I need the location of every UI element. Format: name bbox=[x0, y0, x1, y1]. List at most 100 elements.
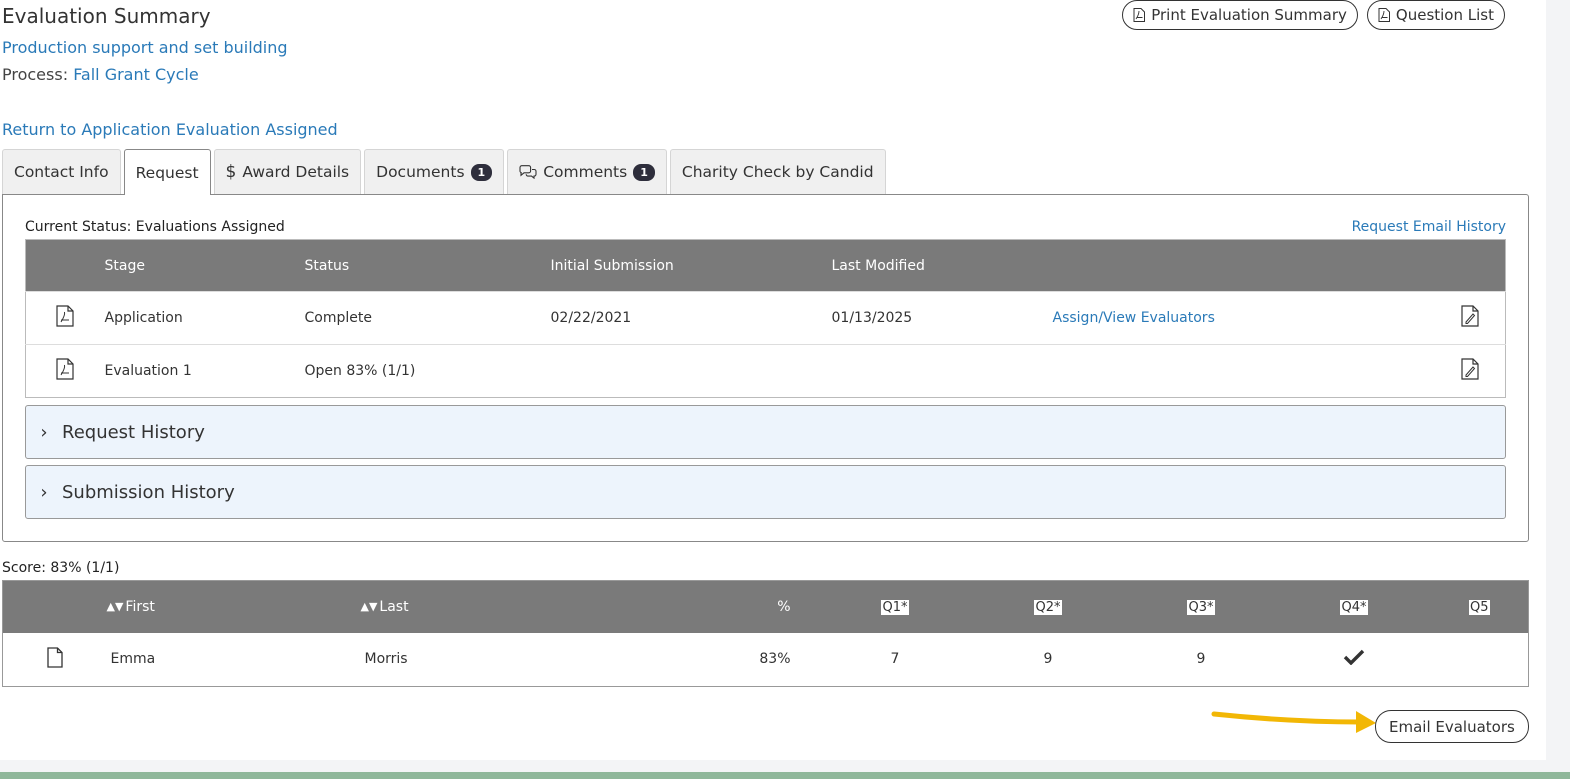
first-label: First bbox=[125, 598, 155, 615]
request-history-accordion[interactable]: › Request History bbox=[25, 405, 1506, 459]
edit-document-icon[interactable] bbox=[1461, 358, 1479, 380]
tab-label: Award Details bbox=[242, 163, 350, 181]
return-link[interactable]: Return to Application Evaluation Assigne… bbox=[2, 120, 338, 139]
evaluators-table: ▲▼ First ▲▼ Last % Q1* Q2* Q3* Q4* Q5 Em… bbox=[2, 580, 1529, 687]
pdf-icon bbox=[1378, 8, 1390, 22]
column-header-percent: % bbox=[678, 580, 819, 633]
last-label: Last bbox=[379, 598, 409, 615]
action-cell: Assign/View Evaluators bbox=[1052, 291, 1436, 345]
q5-cell bbox=[1431, 633, 1529, 687]
stage-table: Stage Status Initial Submission Last Mod… bbox=[25, 239, 1506, 398]
process-label: Process: bbox=[2, 65, 69, 84]
action-column-header bbox=[1052, 239, 1436, 292]
tab-label: Contact Info bbox=[14, 163, 109, 181]
first-name-cell: Emma bbox=[110, 651, 156, 668]
stage-cell: Evaluation 1 bbox=[104, 344, 305, 398]
process-line: Process: Fall Grant Cycle bbox=[2, 65, 199, 84]
page: Evaluation Summary Production support an… bbox=[0, 0, 1546, 760]
edit-cell bbox=[1435, 291, 1506, 345]
q2-label: Q2* bbox=[1034, 599, 1062, 615]
score-summary: Score: 83% (1/1) bbox=[2, 560, 120, 576]
stage-cell: Application bbox=[104, 291, 305, 345]
pdf-cell bbox=[25, 344, 105, 398]
submission-history-accordion[interactable]: › Submission History bbox=[25, 465, 1506, 519]
annotation-arrow-icon bbox=[1211, 711, 1376, 733]
action-cell bbox=[1052, 344, 1436, 398]
application-name-link[interactable]: Production support and set building bbox=[2, 38, 288, 57]
sort-icon: ▲▼ bbox=[106, 599, 124, 613]
tab-label: Charity Check by Candid bbox=[681, 163, 874, 181]
document-icon[interactable] bbox=[47, 647, 63, 668]
q1-label: Q1* bbox=[881, 599, 909, 615]
tab-documents[interactable]: Documents 1 bbox=[364, 149, 505, 194]
pdf-icon[interactable] bbox=[56, 358, 74, 380]
q4-cell bbox=[1278, 633, 1431, 687]
q2-cell: 9 bbox=[1043, 651, 1053, 668]
pdf-cell bbox=[25, 291, 105, 345]
column-header-first[interactable]: ▲▼ First bbox=[106, 580, 361, 633]
evaluators-table-header: ▲▼ First ▲▼ Last % Q1* Q2* Q3* Q4* Q5 bbox=[2, 580, 1529, 633]
tab-comments[interactable]: Comments 1 bbox=[507, 149, 667, 194]
tab-request[interactable]: Request bbox=[123, 149, 211, 195]
sort-icon: ▲▼ bbox=[360, 599, 378, 613]
tab-label: Request bbox=[135, 163, 199, 182]
tab-award-details[interactable]: $ Award Details bbox=[213, 149, 362, 194]
process-link[interactable]: Fall Grant Cycle bbox=[73, 65, 199, 84]
q5-label: Q5 bbox=[1468, 599, 1490, 615]
edit-column-header bbox=[1435, 239, 1506, 292]
chevron-right-icon: › bbox=[40, 421, 48, 443]
q4-label: Q4* bbox=[1340, 599, 1368, 615]
request-panel: Current Status: Evaluations Assigned Req… bbox=[2, 194, 1529, 542]
q3-label: Q3* bbox=[1187, 599, 1215, 615]
print-evaluation-summary-button[interactable]: Print Evaluation Summary bbox=[1122, 0, 1358, 30]
comments-icon bbox=[519, 165, 537, 179]
page-title: Evaluation Summary bbox=[2, 4, 211, 28]
column-header-initial-submission: Initial Submission bbox=[550, 239, 832, 292]
documents-count-badge: 1 bbox=[470, 163, 493, 181]
column-header-last[interactable]: ▲▼ Last bbox=[360, 580, 679, 633]
edit-document-icon[interactable] bbox=[1461, 305, 1479, 327]
last-modified-cell bbox=[831, 344, 1053, 398]
column-header-last-modified: Last Modified bbox=[831, 239, 1053, 292]
question-list-label: Question List bbox=[1395, 6, 1494, 24]
percent-cell: 83% bbox=[759, 651, 791, 668]
submission-history-label: Submission History bbox=[62, 481, 235, 503]
document-cell bbox=[3, 633, 107, 687]
last-modified-cell: 01/13/2025 bbox=[831, 291, 1053, 345]
column-header-q5: Q5 bbox=[1430, 580, 1529, 633]
question-list-button[interactable]: Question List bbox=[1366, 0, 1505, 30]
tab-label: Documents bbox=[376, 163, 465, 181]
email-evaluators-button[interactable]: Email Evaluators bbox=[1375, 710, 1529, 743]
status-cell: Open 83% (1/1) bbox=[304, 344, 551, 398]
request-email-history-link[interactable]: Request Email History bbox=[1352, 219, 1506, 235]
footer-strip bbox=[0, 772, 1570, 779]
pdf-icon bbox=[1133, 8, 1146, 22]
check-icon bbox=[1343, 650, 1365, 666]
column-header-status: Status bbox=[304, 239, 551, 292]
q1-cell: 7 bbox=[890, 651, 900, 668]
stage-table-header: Stage Status Initial Submission Last Mod… bbox=[25, 239, 1506, 292]
pdf-icon[interactable] bbox=[56, 305, 74, 327]
initial-submission-cell bbox=[550, 344, 832, 398]
tab-label: Comments bbox=[543, 163, 628, 181]
assign-view-evaluators-link[interactable]: Assign/View Evaluators bbox=[1053, 310, 1215, 326]
comments-count-badge: 1 bbox=[633, 163, 655, 181]
tab-contact-info[interactable]: Contact Info bbox=[2, 149, 121, 194]
column-header-q3: Q3* bbox=[1124, 580, 1278, 633]
dollar-icon: $ bbox=[225, 162, 237, 182]
q3-cell: 9 bbox=[1196, 651, 1206, 668]
column-header-q1: Q1* bbox=[818, 580, 972, 633]
tab-charity-check[interactable]: Charity Check by Candid bbox=[669, 149, 886, 194]
current-status: Current Status: Evaluations Assigned bbox=[25, 219, 285, 235]
icon-column-header bbox=[2, 580, 107, 633]
print-evaluation-summary-label: Print Evaluation Summary bbox=[1151, 6, 1347, 24]
column-header-q2: Q2* bbox=[971, 580, 1125, 633]
table-row: Evaluation 1 Open 83% (1/1) bbox=[25, 344, 1506, 398]
table-row: Emma Morris 83% 7 9 9 bbox=[3, 633, 1529, 687]
last-name-cell: Morris bbox=[364, 651, 408, 668]
table-row: Application Complete 02/22/2021 01/13/20… bbox=[25, 291, 1506, 345]
edit-cell bbox=[1435, 344, 1506, 398]
status-cell: Complete bbox=[304, 291, 551, 345]
tab-bar: Contact Info Request $ Award Details Doc… bbox=[2, 149, 886, 195]
icon-column-header bbox=[25, 239, 105, 292]
